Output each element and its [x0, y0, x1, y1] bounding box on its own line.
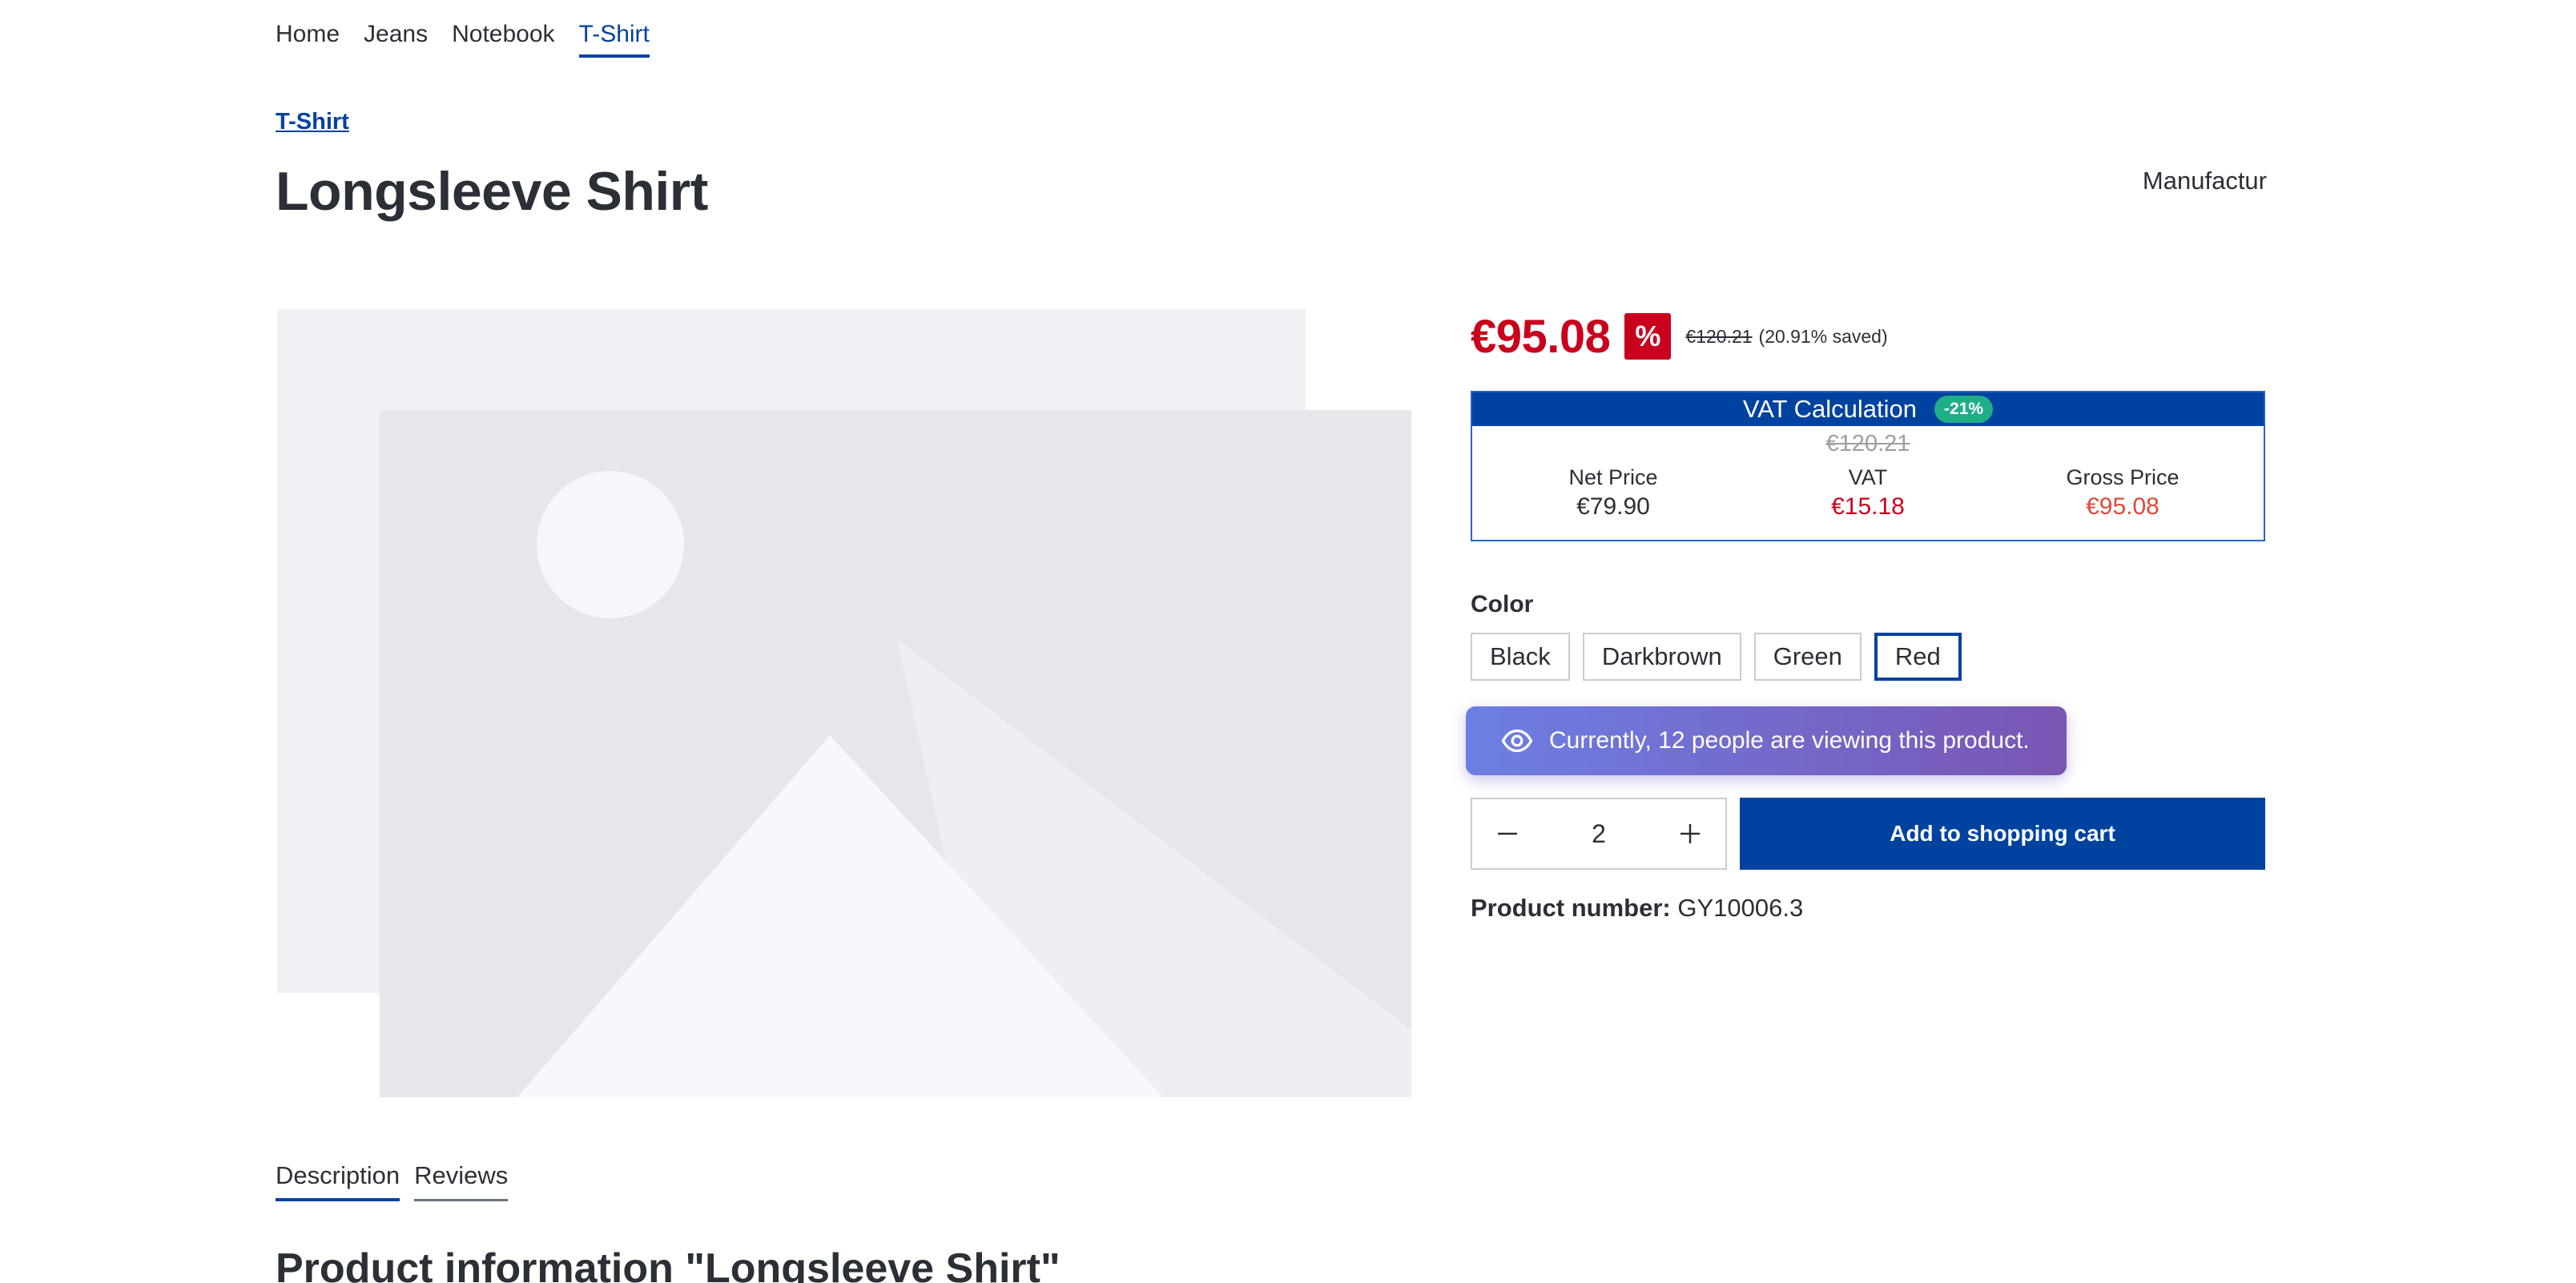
vat-label: VAT: [1848, 465, 1888, 489]
original-price: €120.21: [1685, 325, 1753, 347]
product-title: Longsleeve Shirt: [276, 161, 708, 222]
vat-discount-badge: -21%: [1934, 396, 1994, 423]
vat-value: €15.18: [1831, 493, 1905, 520]
main-navigation: Home Jeans Notebook T-Shirt: [276, 21, 650, 58]
product-image-gallery[interactable]: [277, 309, 1411, 1097]
vat-breakdown: Net Price €79.90 VAT €15.18 Gross Price …: [1472, 465, 2264, 521]
tab-reviews[interactable]: Reviews: [414, 1161, 509, 1201]
quantity-increase-button[interactable]: [1674, 818, 1706, 850]
saved-percent-text: (20.91% saved): [1758, 325, 1888, 347]
gross-price-column: Gross Price €95.08: [2010, 465, 2235, 521]
color-option-darkbrown[interactable]: Darkbrown: [1582, 633, 1741, 681]
vat-calculation-header: VAT Calculation -21%: [1472, 392, 2264, 426]
nav-item-notebook[interactable]: Notebook: [452, 21, 554, 58]
manufacturer-label: Manufactur: [2142, 167, 2267, 195]
plus-icon: [1680, 824, 1700, 843]
gross-price-value: €95.08: [2086, 493, 2159, 520]
add-to-cart-button[interactable]: Add to shopping cart: [1740, 798, 2265, 870]
net-price-label: Net Price: [1568, 465, 1658, 489]
tab-description[interactable]: Description: [276, 1161, 400, 1201]
quantity-decrease-button[interactable]: [1491, 818, 1523, 850]
gross-price-label: Gross Price: [2066, 465, 2180, 489]
product-information-heading: Product information "Longsleeve Shirt": [276, 1245, 1061, 1283]
placeholder-image-icon: [277, 309, 1411, 1097]
vat-calculation-title: VAT Calculation: [1742, 395, 1918, 423]
breadcrumb-category-link[interactable]: T-Shirt: [276, 109, 349, 135]
quantity-input[interactable]: 2: [1592, 819, 1606, 849]
live-viewers-banner: Currently, 12 people are viewing this pr…: [1466, 706, 2067, 775]
nav-item-t-shirt[interactable]: T-Shirt: [578, 21, 650, 58]
color-option-green[interactable]: Green: [1753, 633, 1862, 681]
vat-calculation-box: VAT Calculation -21% €120.21 Net Price €…: [1471, 391, 2265, 541]
product-number-value: GY10006.3: [1677, 894, 1804, 922]
product-detail-tabs: Description Reviews: [276, 1161, 509, 1201]
color-option-label: Color: [1471, 591, 1534, 617]
product-number: Product number: GY10006.3: [1471, 894, 1803, 923]
eye-icon: [1501, 729, 1533, 753]
vat-column: VAT €15.18: [1756, 465, 1980, 521]
live-viewers-text: Currently, 12 people are viewing this pr…: [1549, 727, 2030, 754]
price-row: €95.08 % €120.21 (20.91% saved): [1471, 304, 2265, 368]
color-option-black[interactable]: Black: [1471, 633, 1570, 681]
nav-item-jeans[interactable]: Jeans: [364, 21, 428, 58]
current-price: €95.08: [1471, 310, 1611, 363]
add-to-cart-row: 2 Add to shopping cart: [1471, 798, 2265, 870]
nav-item-home[interactable]: Home: [276, 21, 340, 58]
color-options: Black Darkbrown Green Red: [1471, 633, 2265, 681]
quantity-stepper: 2: [1471, 798, 1727, 870]
color-option-red[interactable]: Red: [1874, 633, 1962, 681]
vat-strike-price: €120.21: [1825, 431, 1910, 456]
minus-icon: [1498, 832, 1517, 835]
product-number-label: Product number:: [1471, 894, 1671, 922]
net-price-value: €79.90: [1576, 493, 1650, 520]
buy-box: €95.08 % €120.21 (20.91% saved) VAT Calc…: [1466, 304, 2265, 922]
net-price-column: Net Price €79.90: [1501, 465, 1725, 521]
discount-percent-badge: %: [1624, 313, 1672, 360]
